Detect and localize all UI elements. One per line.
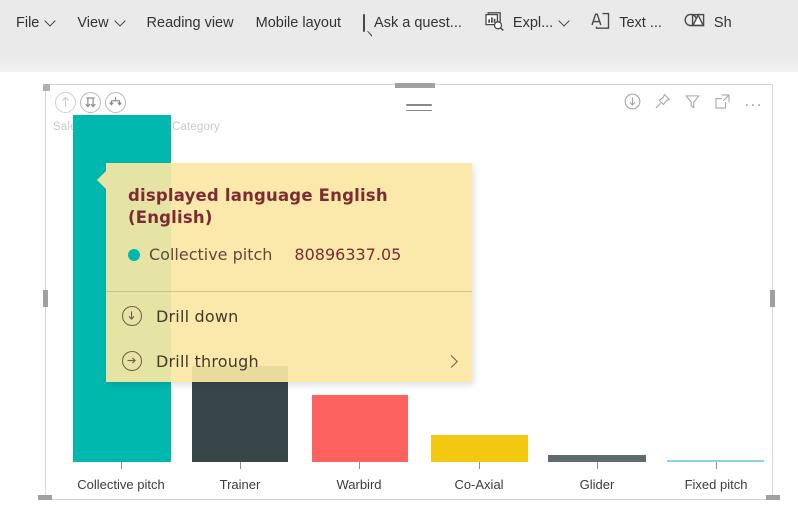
tooltip-divider [106,291,472,292]
text-box-icon [591,12,610,34]
resize-handle-bottom-right[interactable] [766,495,780,500]
explore-magnifier-icon [484,11,504,35]
tooltip-action-drill-down[interactable]: Drill down [122,301,456,331]
resize-handle-top[interactable] [395,83,435,88]
visual-menu-hamburger-icon[interactable] [406,104,432,112]
axis-tick [479,462,480,469]
series-color-dot-icon [128,248,140,261]
tooltip-title: displayed language English (English) [128,186,388,227]
drill-down-circle-icon [122,306,142,326]
drill-up-icon[interactable] [55,92,76,113]
top-menu-bar: File View Reading view Mobile layout Ask… [0,0,798,46]
menu-item-shapes-label: Sh [713,15,732,31]
category-label-warbird: Warbird [336,477,382,492]
menu-item-file[interactable]: File [16,0,55,46]
bar-warbird[interactable] [312,395,408,462]
bar-co-axial[interactable] [431,435,528,462]
tooltip-series-label: Collective pitch [149,245,273,264]
menu-item-mobile-layout[interactable]: Mobile layout [256,0,341,46]
menu-item-ask-a-question[interactable]: Ask a quest... [363,0,462,46]
resize-handle-left[interactable] [43,290,48,307]
tooltip-action-drill-through[interactable]: Drill through [122,346,456,376]
axis-tick [359,462,360,469]
resize-handle-bottom-left[interactable] [38,495,52,500]
category-label-trainer: Trainer [219,477,261,492]
menu-item-file-label: File [16,15,40,31]
drill-down-toggle-icon[interactable] [80,92,101,113]
menu-item-explore-label: Expl... [512,15,554,31]
menu-item-view[interactable]: View [77,0,124,46]
chevron-down-icon [116,17,125,26]
tooltip-series-value: 80896337.05 [294,245,402,264]
drill-through-circle-icon [122,351,142,371]
chevron-right-icon [447,357,456,366]
category-label-glider: Glider [579,477,615,492]
more-options-icon[interactable]: ... [744,92,763,109]
menu-bar-shadow [0,46,798,72]
menu-item-text-box[interactable]: Text ... [591,0,662,46]
resize-handle-right[interactable] [770,290,775,307]
pin-visual-icon[interactable] [654,93,671,115]
chevron-down-icon [560,17,569,26]
chevron-down-icon [46,17,55,26]
expand-next-level-icon[interactable] [105,92,126,113]
menu-item-view-label: View [77,15,109,31]
category-label-co-axial: Co-Axial [454,477,504,492]
axis-tick [716,462,717,469]
category-label-fixed-pitch: Fixed pitch [684,477,748,492]
visual-action-icons: ... [624,92,763,115]
drill-mode-icon[interactable] [624,93,641,115]
menu-item-text-box-label: Text ... [619,15,662,31]
menu-item-mobile-layout-label: Mobile layout [255,15,342,31]
menu-item-explore[interactable]: Expl... [484,0,569,46]
focus-mode-icon[interactable] [714,93,731,115]
category-label-collective-pitch: Collective pitch [77,477,165,492]
axis-tick [121,462,122,469]
menu-item-reading-view[interactable]: Reading view [147,0,234,46]
bar-glider[interactable] [548,455,646,462]
menu-item-ask-a-question-label: Ask a quest... [374,15,462,31]
tooltip-action-drill-down-label: Drill down [156,306,239,326]
chart-tooltip[interactable]: displayed language English (English) Col… [97,163,472,382]
tooltip-pointer [97,171,106,189]
axis-tick [597,462,598,469]
tooltip-action-drill-through-label: Drill through [156,351,259,371]
menu-item-shapes[interactable]: Sh [684,0,732,46]
shapes-icon [684,12,705,34]
menu-item-reading-view-label: Reading view [146,15,234,31]
corner-mark-top-left [43,84,50,91]
axis-tick [240,462,241,469]
drill-controls [55,92,126,113]
filter-icon[interactable] [684,93,701,115]
tooltip-series-row: Collective pitch 80896337.05 [128,245,401,264]
speech-bubble-icon [363,14,366,32]
